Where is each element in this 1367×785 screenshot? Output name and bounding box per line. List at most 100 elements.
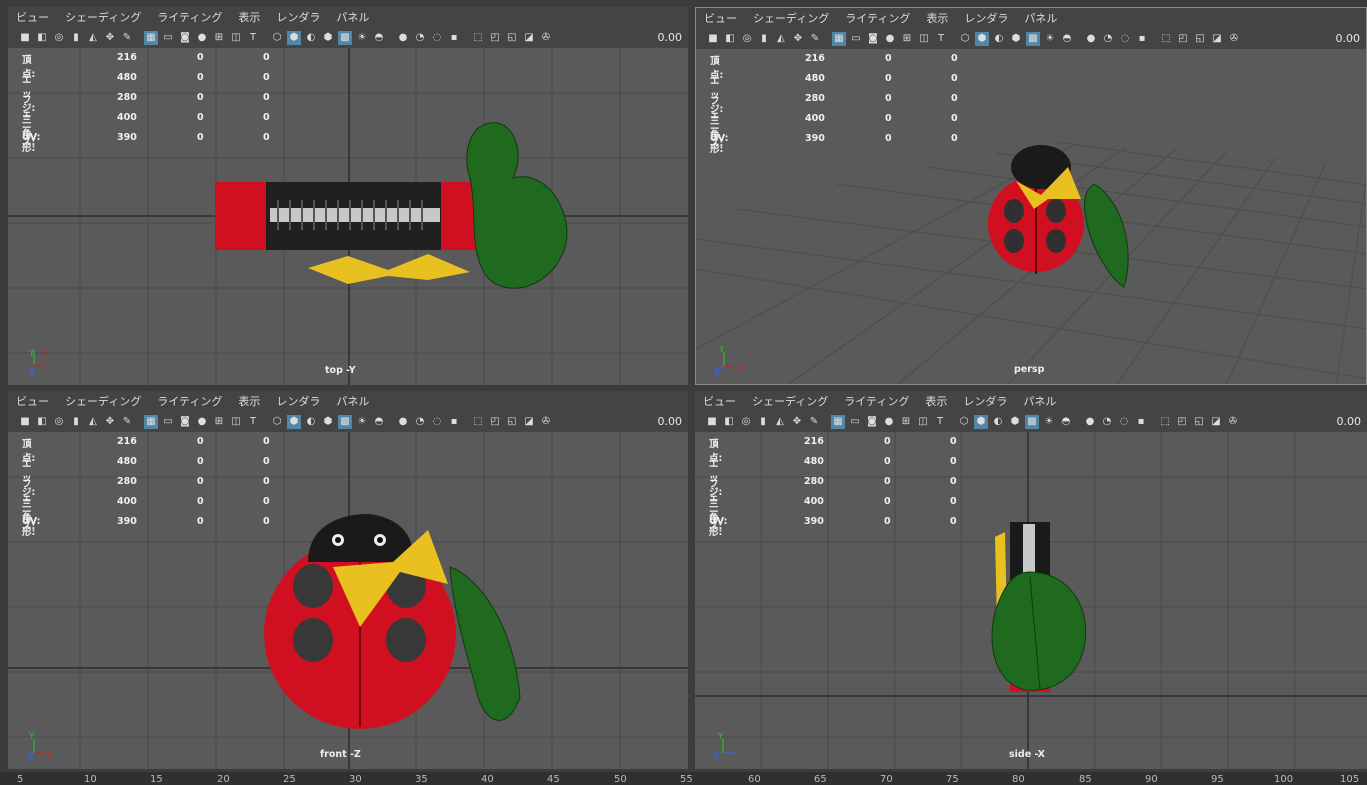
camera-lock-icon[interactable]: ◧ xyxy=(35,31,49,45)
menu-renderer[interactable]: レンダラ xyxy=(964,10,1008,26)
menu-view[interactable]: ビュー xyxy=(16,393,49,409)
default-material-icon[interactable]: ◐ xyxy=(991,415,1005,429)
menu-show[interactable]: 表示 xyxy=(925,393,947,409)
exposure-icon[interactable]: ✇ xyxy=(1226,415,1240,429)
xray-components-icon[interactable]: ◪ xyxy=(522,415,536,429)
gate-mask-icon[interactable]: ● xyxy=(883,32,897,46)
isolate-select-icon[interactable]: ⬚ xyxy=(471,31,485,45)
lights-icon[interactable]: ☀ xyxy=(1043,32,1057,46)
safe-action-icon[interactable]: ◫ xyxy=(229,31,243,45)
exposure-value[interactable]: 0.00 xyxy=(1337,415,1362,428)
wireframe-icon[interactable]: ⬡ xyxy=(270,31,284,45)
wireframe-on-shaded-icon[interactable]: ⬢ xyxy=(321,415,335,429)
motion-blur-icon[interactable]: ◔ xyxy=(413,31,427,45)
exposure-icon[interactable]: ✇ xyxy=(539,31,553,45)
shadows-icon[interactable]: ◓ xyxy=(1060,32,1074,46)
film-gate-icon[interactable]: ▭ xyxy=(161,31,175,45)
camera-lock-icon[interactable]: ◧ xyxy=(35,415,49,429)
lights-icon[interactable]: ☀ xyxy=(1042,415,1056,429)
camera-attributes-icon[interactable]: ◎ xyxy=(740,32,754,46)
resolution-gate-icon[interactable]: ◙ xyxy=(865,415,879,429)
xray-joints-icon[interactable]: ◱ xyxy=(1193,32,1207,46)
bookmark-icon[interactable]: ▮ xyxy=(69,31,83,45)
2d-pan-zoom-icon[interactable]: ✥ xyxy=(791,32,805,46)
menu-lighting[interactable]: ライティング xyxy=(845,10,910,26)
image-plane-icon[interactable]: ◭ xyxy=(86,415,100,429)
2d-pan-zoom-icon[interactable]: ✥ xyxy=(790,415,804,429)
menu-show[interactable]: 表示 xyxy=(238,393,260,409)
xray-icon[interactable]: ◰ xyxy=(1176,32,1190,46)
safe-title-icon[interactable]: T xyxy=(934,32,948,46)
menu-lighting[interactable]: ライティング xyxy=(157,393,222,409)
viewport-canvas[interactable]: 頂点: 216 0 0 エッジ: 480 0 0 フェース: 280 0 0 三角形: 400 0 0 … xyxy=(8,432,688,769)
exposure-icon[interactable]: ✇ xyxy=(539,415,553,429)
menu-view[interactable]: ビュー xyxy=(704,10,737,26)
menu-lighting[interactable]: ライティング xyxy=(844,393,909,409)
menu-panels[interactable]: パネル xyxy=(336,393,369,409)
gate-mask-icon[interactable]: ● xyxy=(882,415,896,429)
smooth-shade-icon[interactable]: ⬢ xyxy=(287,414,301,429)
bookmark-icon[interactable]: ▮ xyxy=(69,415,83,429)
depth-of-field-icon[interactable]: ▪ xyxy=(1134,415,1148,429)
viewport-canvas[interactable]: 頂点: 216 0 0 エッジ: 480 0 0 フェース: 280 0 0 三角形: 400 0 0 … xyxy=(8,48,688,385)
camera-lock-icon[interactable]: ◧ xyxy=(722,415,736,429)
camera-icon[interactable]: ■ xyxy=(18,31,32,45)
viewport-canvas[interactable]: 頂点: 216 0 0 エッジ: 480 0 0 フェース: 280 0 0 三角形: 400 0 0 … xyxy=(696,49,1366,384)
camera-attributes-icon[interactable]: ◎ xyxy=(52,31,66,45)
grease-pencil-icon[interactable]: ✎ xyxy=(120,415,134,429)
menu-show[interactable]: 表示 xyxy=(926,10,948,26)
grease-pencil-icon[interactable]: ✎ xyxy=(120,31,134,45)
field-chart-icon[interactable]: ⊞ xyxy=(212,415,226,429)
film-gate-icon[interactable]: ▭ xyxy=(848,415,862,429)
exposure-value[interactable]: 0.00 xyxy=(658,415,683,428)
xray-joints-icon[interactable]: ◱ xyxy=(1192,415,1206,429)
viewport-canvas[interactable]: 頂点: 216 0 0 エッジ: 480 0 0 フェース: 280 0 0 三角形: 400 0 0 … xyxy=(695,432,1367,769)
wireframe-on-shaded-icon[interactable]: ⬢ xyxy=(1009,32,1023,46)
motion-blur-icon[interactable]: ◔ xyxy=(413,415,427,429)
viewport-panel-side[interactable]: ビュー シェーディング ライティング 表示 レンダラ パネル ■ ◧ ◎ ▮ ◭… xyxy=(695,391,1367,769)
menu-show[interactable]: 表示 xyxy=(238,9,260,25)
time-slider-ruler[interactable]: 5 10 15 20 25 30 35 40 45 50 55 60 65 70… xyxy=(0,772,1367,785)
wireframe-on-shaded-icon[interactable]: ⬢ xyxy=(321,31,335,45)
exposure-icon[interactable]: ✇ xyxy=(1227,32,1241,46)
depth-of-field-icon[interactable]: ▪ xyxy=(447,415,461,429)
viewport-panel-persp[interactable]: ビュー シェーディング ライティング 表示 レンダラ パネル ■ ◧ ◎ ▮ ◭… xyxy=(695,7,1367,385)
camera-icon[interactable]: ■ xyxy=(706,32,720,46)
2d-pan-zoom-icon[interactable]: ✥ xyxy=(103,415,117,429)
wireframe-icon[interactable]: ⬡ xyxy=(270,415,284,429)
isolate-select-icon[interactable]: ⬚ xyxy=(1158,415,1172,429)
depth-of-field-icon[interactable]: ▪ xyxy=(447,31,461,45)
field-chart-icon[interactable]: ⊞ xyxy=(899,415,913,429)
xray-icon[interactable]: ◰ xyxy=(488,415,502,429)
menu-shading[interactable]: シェーディング xyxy=(65,9,141,25)
exposure-value[interactable]: 0.00 xyxy=(658,31,683,44)
viewport-panel-front[interactable]: ビュー シェーディング ライティング 表示 レンダラ パネル ■ ◧ ◎ ▮ ◭… xyxy=(8,391,688,769)
anti-aliasing-icon[interactable]: ◌ xyxy=(1118,32,1132,46)
resolution-gate-icon[interactable]: ◙ xyxy=(178,31,192,45)
safe-title-icon[interactable]: T xyxy=(246,415,260,429)
textured-icon[interactable]: ▩ xyxy=(1026,31,1040,46)
menu-view[interactable]: ビュー xyxy=(703,393,736,409)
ambient-occlusion-icon[interactable]: ● xyxy=(396,415,410,429)
shadows-icon[interactable]: ◓ xyxy=(372,415,386,429)
anti-aliasing-icon[interactable]: ◌ xyxy=(1117,415,1131,429)
image-plane-icon[interactable]: ◭ xyxy=(774,32,788,46)
menu-shading[interactable]: シェーディング xyxy=(752,393,828,409)
isolate-select-icon[interactable]: ⬚ xyxy=(1159,32,1173,46)
menu-panels[interactable]: パネル xyxy=(1023,393,1056,409)
film-gate-icon[interactable]: ▭ xyxy=(849,32,863,46)
default-material-icon[interactable]: ◐ xyxy=(304,415,318,429)
grid-icon[interactable]: ▦ xyxy=(144,414,158,429)
anti-aliasing-icon[interactable]: ◌ xyxy=(430,31,444,45)
menu-lighting[interactable]: ライティング xyxy=(157,9,222,25)
camera-lock-icon[interactable]: ◧ xyxy=(723,32,737,46)
xray-components-icon[interactable]: ◪ xyxy=(522,31,536,45)
ambient-occlusion-icon[interactable]: ● xyxy=(1083,415,1097,429)
smooth-shade-icon[interactable]: ⬢ xyxy=(975,31,989,46)
camera-attributes-icon[interactable]: ◎ xyxy=(739,415,753,429)
wireframe-on-shaded-icon[interactable]: ⬢ xyxy=(1008,415,1022,429)
grease-pencil-icon[interactable]: ✎ xyxy=(807,415,821,429)
isolate-select-icon[interactable]: ⬚ xyxy=(471,415,485,429)
camera-attributes-icon[interactable]: ◎ xyxy=(52,415,66,429)
grease-pencil-icon[interactable]: ✎ xyxy=(808,32,822,46)
